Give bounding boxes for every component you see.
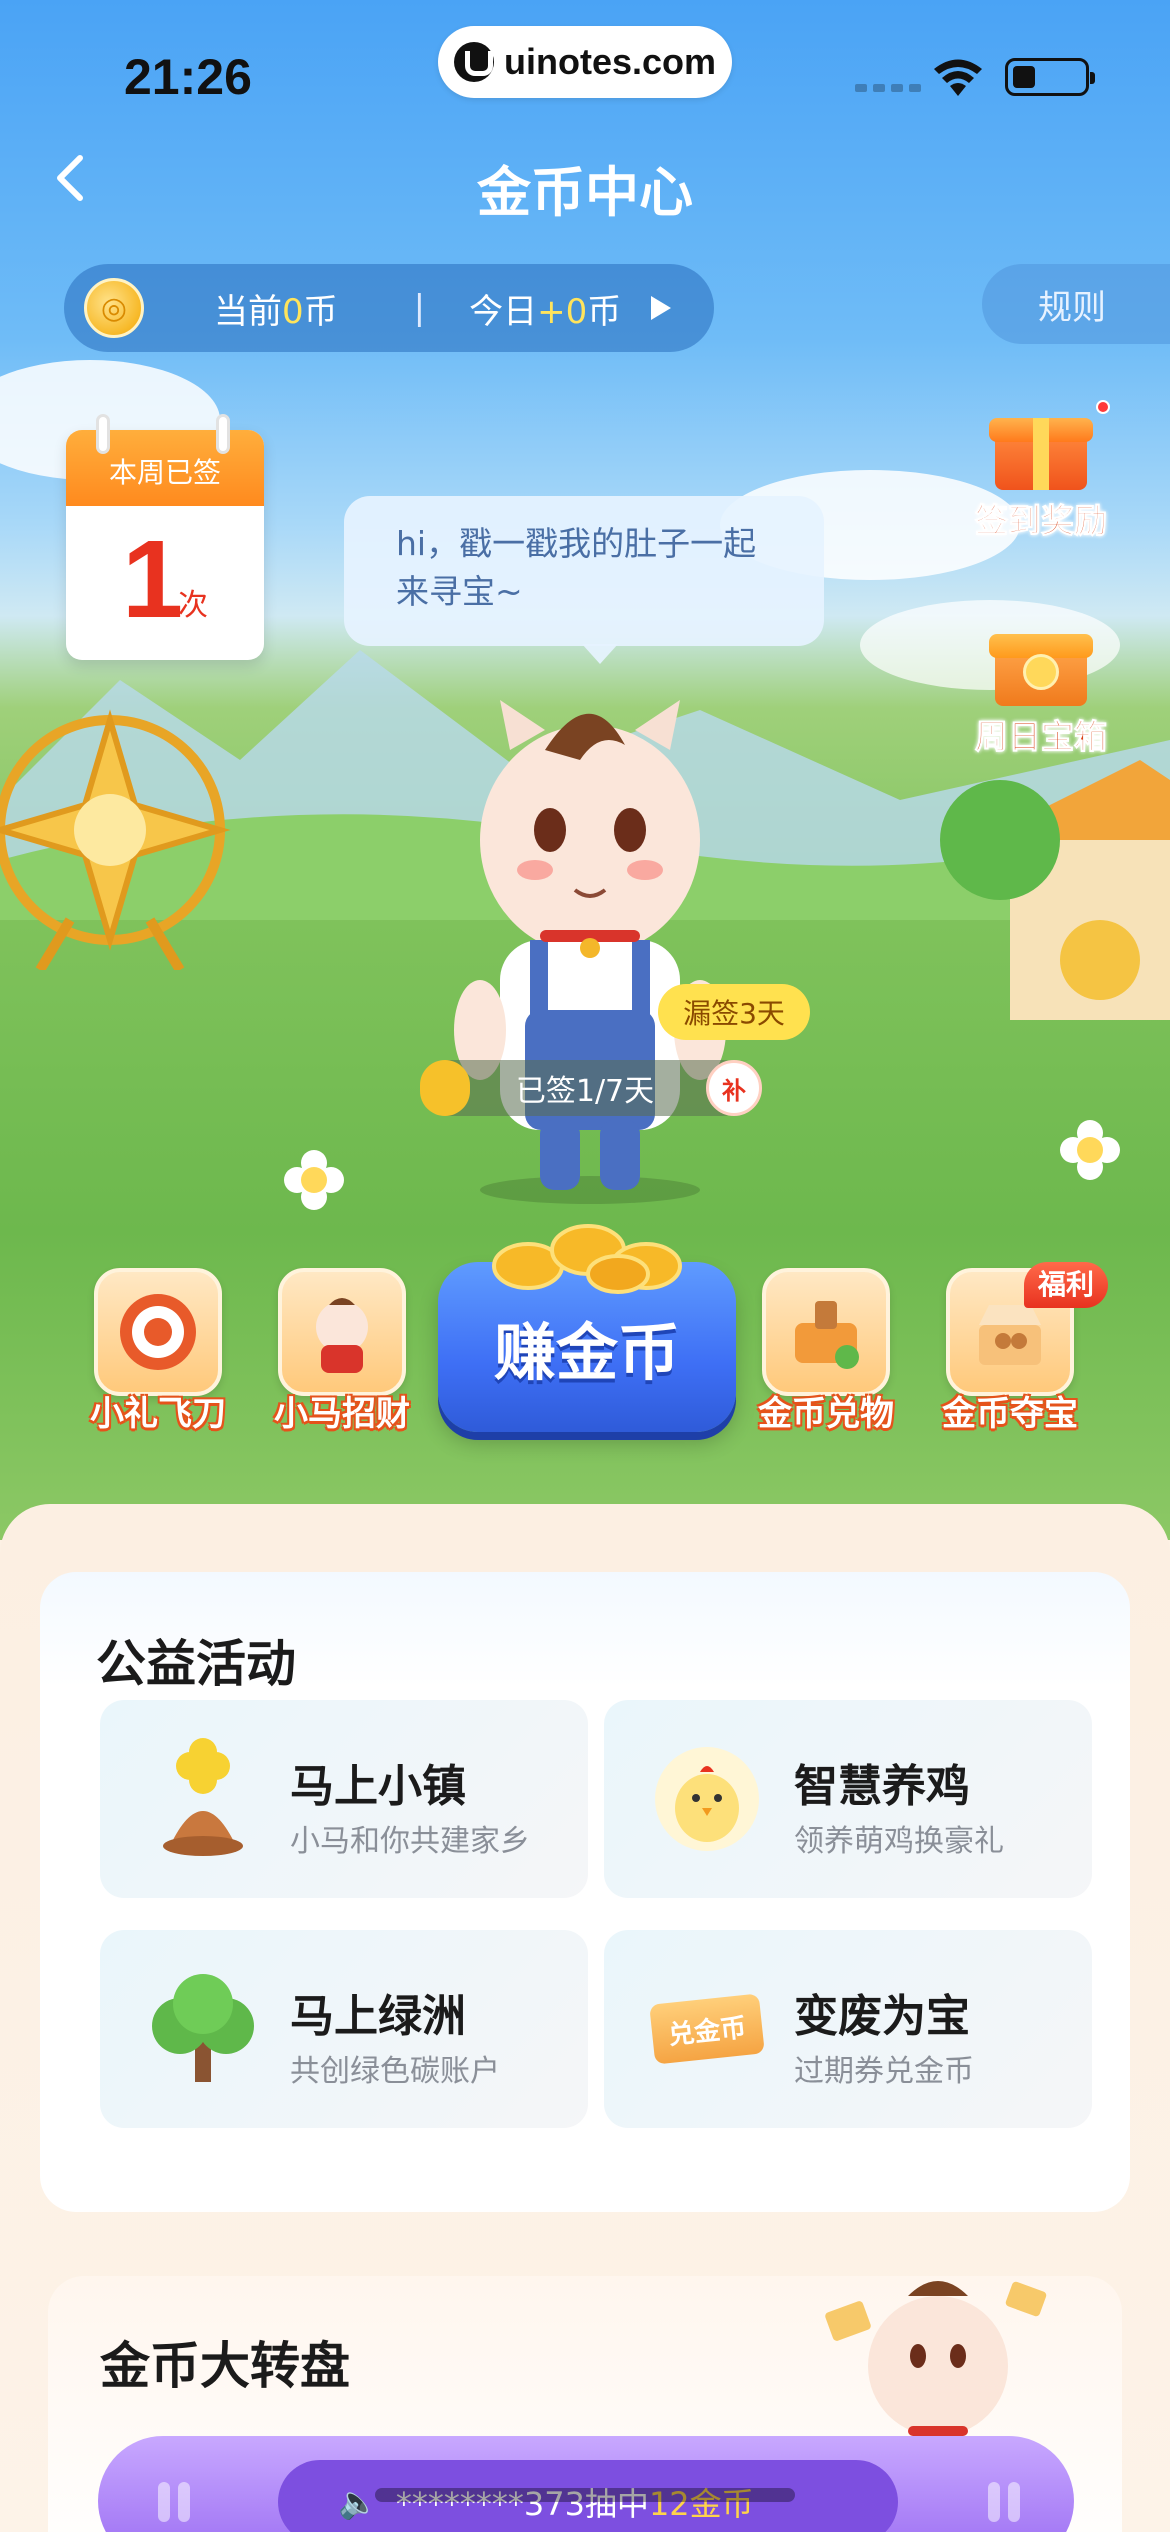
activity-fortune-horse[interactable]: 小马招财: [252, 1268, 432, 1435]
signin-count: 1: [122, 518, 184, 641]
tile-subtitle: 过期券兑金币: [794, 2054, 974, 2089]
site-logo-icon: [453, 42, 494, 82]
horse-fortune-icon: [278, 1268, 406, 1396]
page-title: 金币中心: [477, 161, 693, 224]
flower-decoration: [284, 1150, 344, 1210]
activity-label: 小马招财: [274, 1394, 410, 1434]
battery-icon: [1005, 58, 1095, 96]
shop-icon: [762, 1268, 890, 1396]
url-text: uinotes.com: [503, 41, 717, 82]
makeup-signin-button[interactable]: 补: [706, 1060, 762, 1116]
flower-decoration: [1060, 1120, 1120, 1180]
activity-label: 小礼飞刀: [90, 1394, 226, 1434]
coin-pile-icon: [492, 1224, 682, 1294]
wifi-icon: [934, 59, 982, 96]
today-coins: 今日+0币: [469, 284, 621, 333]
cellular-signal-icon: [855, 84, 921, 92]
rules-button[interactable]: 规则: [982, 264, 1170, 344]
signin-reward-button[interactable]: 签到奖励: [966, 400, 1116, 542]
current-coins-unit: 币: [303, 291, 338, 332]
tile-name: 马上绿洲: [290, 1991, 466, 2042]
coin-balance-bar[interactable]: ◎ 当前0币 | 今日+0币: [64, 264, 714, 352]
notification-dot: [1096, 400, 1110, 414]
earn-coins-label: 赚金币: [493, 1316, 680, 1389]
tile-name: 智慧养鸡: [794, 1761, 970, 1812]
coupon-label: 兑金币: [649, 1993, 765, 2065]
sunday-chest-button[interactable]: 周日宝箱: [966, 620, 1116, 758]
current-coins-label: 当前: [214, 291, 282, 332]
welfare-tag: 福利: [1024, 1262, 1108, 1308]
coin-icon: ◎: [84, 278, 144, 338]
lucky-wheel-ticker: 🔈 ********373抽中12金币: [98, 2436, 1074, 2532]
horse-mascot[interactable]: [440, 690, 740, 1210]
signin-reward-label: 签到奖励: [975, 501, 1108, 541]
today-coins-value: +0: [537, 291, 588, 332]
url-pill[interactable]: uinotes.com: [438, 26, 732, 98]
today-coins-unit: 币: [587, 291, 622, 332]
progress-coin-icon: [420, 1060, 470, 1116]
target-icon: [94, 1268, 222, 1396]
tile-smart-chicken[interactable]: 智慧养鸡 领养萌鸡换豪礼: [604, 1700, 1092, 1898]
tile-name: 马上小镇: [290, 1761, 466, 1812]
today-coins-label: 今日: [469, 291, 538, 332]
calendar-ring: [216, 414, 230, 454]
status-bar: 21:26 uinotes.com: [0, 0, 1170, 150]
speech-bubble: hi，戳一戳我的肚子一起来寻宝~: [344, 496, 824, 664]
signin-count-unit: 次: [178, 588, 208, 623]
activity-label: 金币兑物: [758, 1394, 894, 1434]
charity-card: 公益活动 马上小镇 小马和你共建家乡 智慧养鸡 领养萌鸡换豪礼 马上绿洲 共创绿…: [40, 1572, 1130, 2212]
lucky-wheel-title: 金币大转盘: [100, 2337, 350, 2395]
activity-label: 金币夺宝: [942, 1394, 1078, 1434]
tile-name: 变废为宝: [794, 1991, 970, 2042]
ticker-deco: [178, 2482, 190, 2522]
horse-mascot: [825, 2281, 1047, 2436]
treasure-chest-icon: [989, 620, 1093, 706]
tree-icon: [152, 1974, 254, 2082]
ticker-deco: [1008, 2482, 1020, 2522]
current-coins-value: 0: [282, 291, 304, 332]
town-plant-icon: [163, 1738, 243, 1856]
tile-green-oasis[interactable]: 马上绿洲 共创绿色碳账户: [100, 1930, 588, 2128]
ticker-deco: [158, 2482, 170, 2522]
ticker-deco: [988, 2482, 1000, 2522]
sunday-chest-label: 周日宝箱: [975, 717, 1108, 757]
coupon-exchange-icon: 兑金币: [644, 1966, 770, 2092]
calendar-ring: [96, 414, 110, 454]
activity-knife-throw[interactable]: 小礼飞刀: [68, 1268, 248, 1435]
play-icon: [651, 296, 672, 320]
weekly-signin-calendar[interactable]: 本周已签 1 次: [66, 414, 264, 660]
tile-subtitle: 小马和你共建家乡: [290, 1824, 530, 1859]
hero-scene: 21:26 uinotes.com 金币中心 ◎ 当前0币 | 今日+0币 规则: [0, 0, 1170, 1540]
speaker-icon: 🔈: [338, 2483, 378, 2521]
treasure-house: [940, 760, 1170, 1020]
tile-subtitle: 共创绿色碳账户: [290, 2054, 500, 2089]
activity-coin-treasure[interactable]: 福利 金币夺宝: [920, 1262, 1108, 1435]
gift-icon: [989, 404, 1093, 490]
current-coins: 当前0币: [214, 284, 338, 333]
coin-bar-divider: |: [413, 288, 426, 328]
ferris-wheel: [0, 709, 231, 970]
tile-subtitle: 领养萌鸡换豪礼: [794, 1824, 1004, 1859]
tile-horse-town[interactable]: 马上小镇 小马和你共建家乡: [100, 1700, 588, 1898]
chick-icon: [655, 1747, 759, 1851]
activity-coin-exchange[interactable]: 金币兑物: [736, 1268, 916, 1435]
tile-waste-to-treasure[interactable]: 兑金币 变废为宝 过期券兑金币: [604, 1930, 1092, 2128]
charity-title: 公益活动: [96, 1635, 296, 1693]
status-time: 21:26: [124, 49, 252, 105]
home-indicator: [375, 2488, 795, 2502]
missed-days-badge: 漏签3天: [658, 984, 810, 1040]
